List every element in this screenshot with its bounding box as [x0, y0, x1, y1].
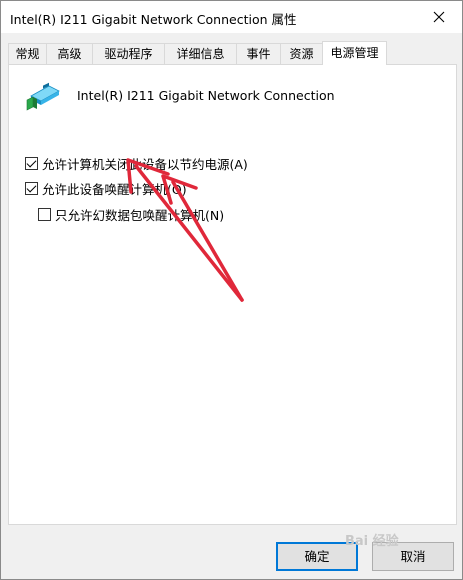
tab-advanced[interactable]: 高级: [46, 43, 93, 64]
tab-power-management[interactable]: 电源管理: [322, 41, 387, 65]
magic-packet-option[interactable]: 只允许幻数据包唤醒计算机(N): [38, 205, 224, 224]
tab-events[interactable]: 事件: [236, 43, 281, 64]
watermark: Bai 经验: [345, 534, 399, 549]
close-icon: [433, 11, 445, 23]
allow-wake-label: 允许此设备唤醒计算机(O): [42, 182, 187, 197]
tab-general[interactable]: 常规: [8, 43, 47, 64]
magic-packet-label: 只允许幻数据包唤醒计算机(N): [55, 208, 225, 223]
tab-strip: 常规 高级 驱动程序 详细信息 事件 资源 电源管理: [8, 41, 458, 65]
properties-dialog: Intel(R) I211 Gigabit Network Connection…: [0, 0, 463, 580]
network-adapter-icon: [26, 82, 60, 111]
window-title: Intel(R) I211 Gigabit Network Connection…: [10, 12, 297, 27]
title-bar: Intel(R) I211 Gigabit Network Connection…: [1, 1, 462, 33]
magic-packet-checkbox[interactable]: [38, 208, 51, 221]
tab-resources[interactable]: 资源: [280, 43, 323, 64]
allow-wake-checkbox[interactable]: [25, 182, 38, 195]
close-button[interactable]: [416, 1, 462, 33]
tab-details[interactable]: 详细信息: [164, 43, 237, 64]
allow-power-off-label: 允许计算机关闭此设备以节约电源(A): [42, 157, 248, 172]
allow-wake-option[interactable]: 允许此设备唤醒计算机(O): [25, 179, 187, 198]
tab-driver[interactable]: 驱动程序: [92, 43, 165, 64]
allow-power-off-option[interactable]: 允许计算机关闭此设备以节约电源(A): [25, 154, 248, 173]
device-name: Intel(R) I211 Gigabit Network Connection: [77, 88, 335, 103]
allow-power-off-checkbox[interactable]: [25, 157, 38, 170]
power-management-panel: Intel(R) I211 Gigabit Network Connection…: [8, 64, 457, 525]
